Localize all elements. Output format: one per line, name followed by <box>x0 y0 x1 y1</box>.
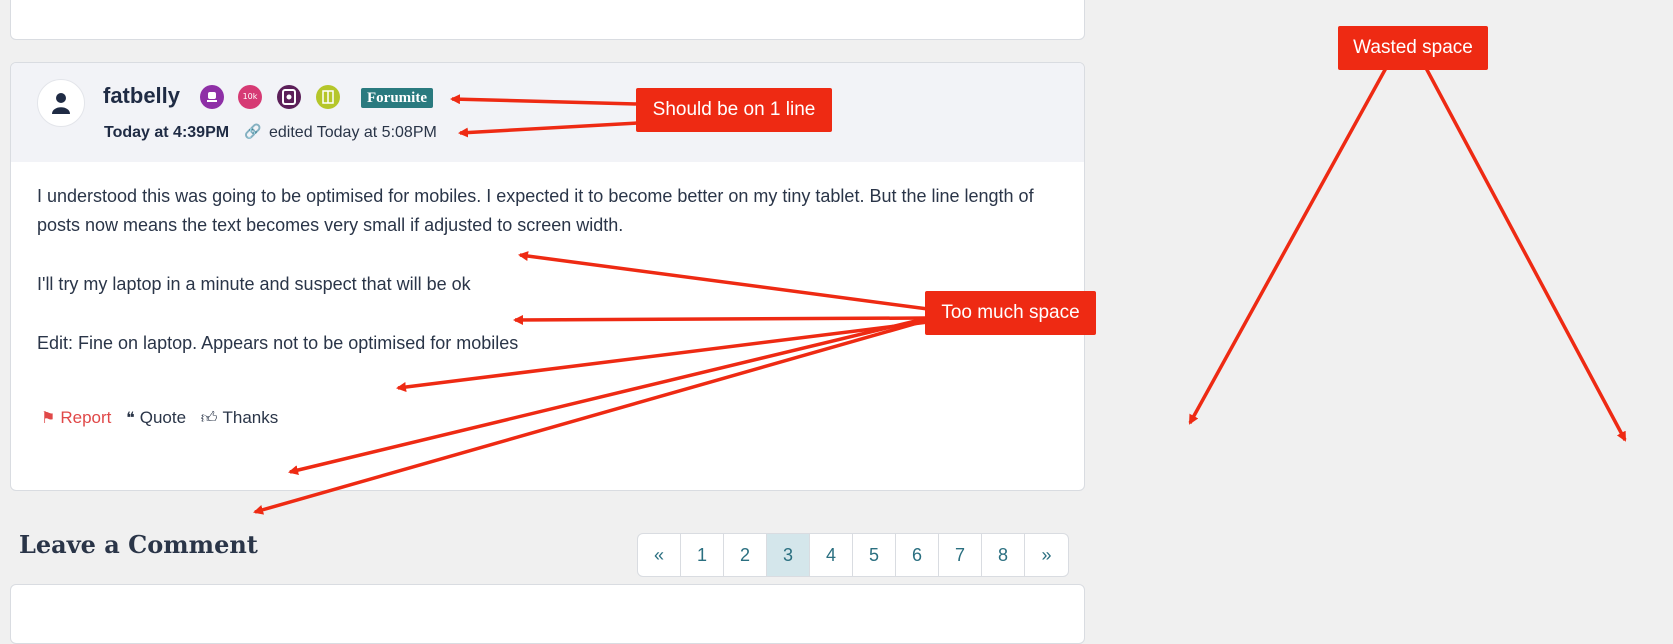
annotation-should-be-one-line: Should be on 1 line <box>636 88 832 132</box>
arrow-line <box>1188 67 1388 425</box>
arrow-line <box>513 314 929 325</box>
arrow-line <box>288 316 929 475</box>
annotation-too-much-space: Too much space <box>925 291 1096 335</box>
arrow-line <box>518 251 929 311</box>
arrow-line <box>396 320 929 392</box>
annotation-arrows <box>253 67 1627 515</box>
arrow-line <box>1424 67 1627 442</box>
arrow-line <box>458 121 639 138</box>
arrow-line <box>253 318 929 515</box>
annotation-wasted-space: Wasted space <box>1338 26 1488 70</box>
arrow-line <box>450 94 639 106</box>
